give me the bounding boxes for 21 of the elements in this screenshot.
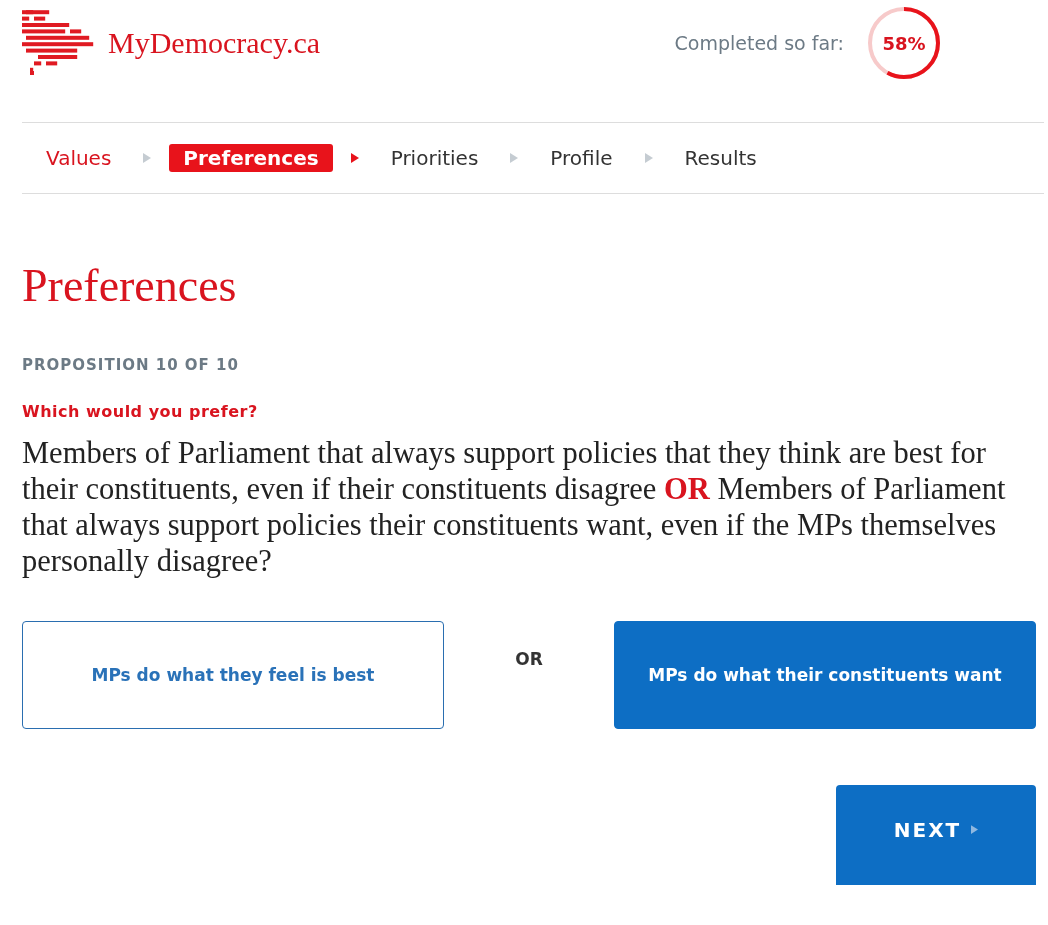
next-button[interactable]: NEXT bbox=[836, 785, 1036, 885]
caret-icon bbox=[143, 153, 152, 163]
progress-label: Completed so far: bbox=[674, 32, 844, 54]
answer-option[interactable]: MPs do what they feel is best bbox=[22, 621, 444, 729]
or-separator: OR bbox=[514, 649, 544, 669]
caret-icon bbox=[510, 153, 519, 163]
step-tab[interactable]: Profile bbox=[536, 144, 627, 172]
step-tab[interactable]: Preferences bbox=[169, 144, 333, 172]
step-tab[interactable]: Results bbox=[670, 144, 771, 172]
caret-icon bbox=[971, 825, 979, 834]
progress-percent: 58% bbox=[882, 32, 926, 54]
step-tab[interactable]: Values bbox=[32, 144, 126, 172]
caret-icon bbox=[644, 153, 653, 163]
page-title: Preferences bbox=[22, 259, 238, 313]
step-tab[interactable]: Priorities bbox=[376, 144, 493, 172]
question-text: Members of Parliament that always support policies that they think are best for their constituents, even if their constituents disagree OR Members of Parliament that always support policies their constituents want, even if the MPs themselves personally disagree? bbox=[22, 435, 1007, 579]
proposition-counter: PROPOSITION 10 OF 10 bbox=[22, 356, 239, 374]
answer-option[interactable]: MPs do what their constituents want bbox=[614, 621, 1036, 729]
question-prompt: Which would you prefer? bbox=[22, 402, 258, 421]
caret-icon bbox=[350, 153, 359, 163]
site-name[interactable]: MyDemocracy.ca bbox=[108, 26, 321, 60]
